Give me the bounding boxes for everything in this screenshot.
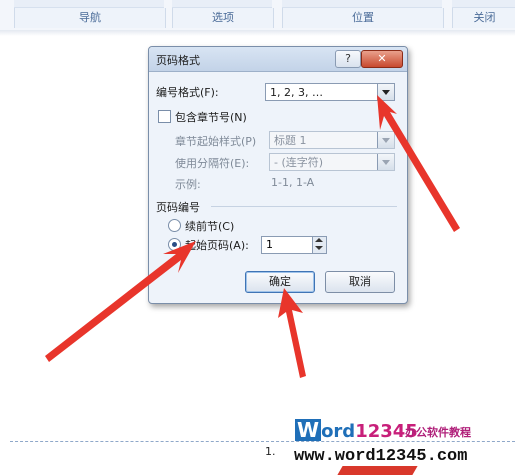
- page-number-format-dialog: 页码格式 ? ✕ 编号格式(F): 1, 2, 3, … 包含章节号(N) 章节…: [148, 46, 408, 304]
- watermark-logo: Word12345: [295, 418, 418, 442]
- number-format-value: 1, 2, 3, …: [270, 86, 323, 99]
- number-format-label: 编号格式(F):: [156, 86, 219, 99]
- ribbon: 导航 选项 位置 关闭: [0, 0, 515, 31]
- header-footer-boundary: [10, 441, 515, 442]
- watermark-logo-w: W: [295, 418, 322, 442]
- start-at-value: 1: [266, 238, 273, 251]
- ribbon-band: [282, 0, 442, 8]
- chevron-down-icon[interactable]: [377, 132, 394, 148]
- separator-select[interactable]: - (连字符): [269, 153, 395, 171]
- chevron-down-icon[interactable]: [377, 84, 394, 100]
- cancel-button[interactable]: 取消: [325, 271, 395, 293]
- ribbon-group-navigation[interactable]: 导航: [14, 8, 166, 28]
- close-button[interactable]: ✕: [361, 50, 403, 68]
- ribbon-group-options[interactable]: 选项: [172, 8, 274, 28]
- chapter-style-select[interactable]: 标题 1: [269, 131, 395, 149]
- dialog-titlebar[interactable]: 页码格式 ? ✕: [149, 47, 407, 72]
- start-at-label: 起始页码(A):: [185, 239, 249, 252]
- watermark-url: www.word12345.com: [294, 447, 468, 466]
- ribbon-group-close[interactable]: 关闭: [452, 8, 515, 28]
- start-at-spinner[interactable]: 1: [261, 236, 327, 254]
- watermark-subtitle: 办公软件教程: [405, 426, 471, 439]
- example-value: 1-1, 1-A: [271, 176, 315, 189]
- continue-label: 续前节(C): [185, 220, 235, 233]
- ribbon-band: [14, 0, 164, 8]
- dialog-title: 页码格式: [156, 54, 200, 67]
- chapter-style-value: 标题 1: [274, 134, 307, 147]
- spinner-buttons[interactable]: [312, 237, 326, 253]
- help-button[interactable]: ?: [335, 50, 361, 68]
- separator-label: 使用分隔符(E):: [175, 157, 250, 170]
- page-number-text: 1.: [265, 445, 276, 458]
- ribbon-group-position[interactable]: 位置: [282, 8, 444, 28]
- watermark-logo-ord: ord: [321, 421, 356, 442]
- spin-up-icon[interactable]: [315, 238, 323, 242]
- continue-radio[interactable]: [168, 219, 181, 232]
- section-divider: [211, 206, 397, 207]
- include-chapter-label: 包含章节号(N): [175, 111, 247, 124]
- spin-down-icon[interactable]: [315, 246, 323, 250]
- start-at-radio[interactable]: [168, 238, 181, 251]
- ribbon-band: [172, 0, 272, 8]
- chapter-style-label: 章节起始样式(P): [175, 135, 257, 148]
- ribbon-band: [452, 0, 515, 8]
- page-numbering-heading: 页码编号: [156, 201, 200, 214]
- ribbon-shadow: [0, 30, 515, 36]
- chevron-down-icon[interactable]: [377, 154, 394, 170]
- separator-value: - (连字符): [274, 156, 324, 169]
- example-label: 示例:: [175, 178, 201, 191]
- ok-button[interactable]: 确定: [245, 271, 315, 293]
- include-chapter-checkbox[interactable]: [158, 110, 171, 123]
- number-format-select[interactable]: 1, 2, 3, …: [265, 83, 395, 101]
- watermark-red-stroke: [337, 466, 418, 475]
